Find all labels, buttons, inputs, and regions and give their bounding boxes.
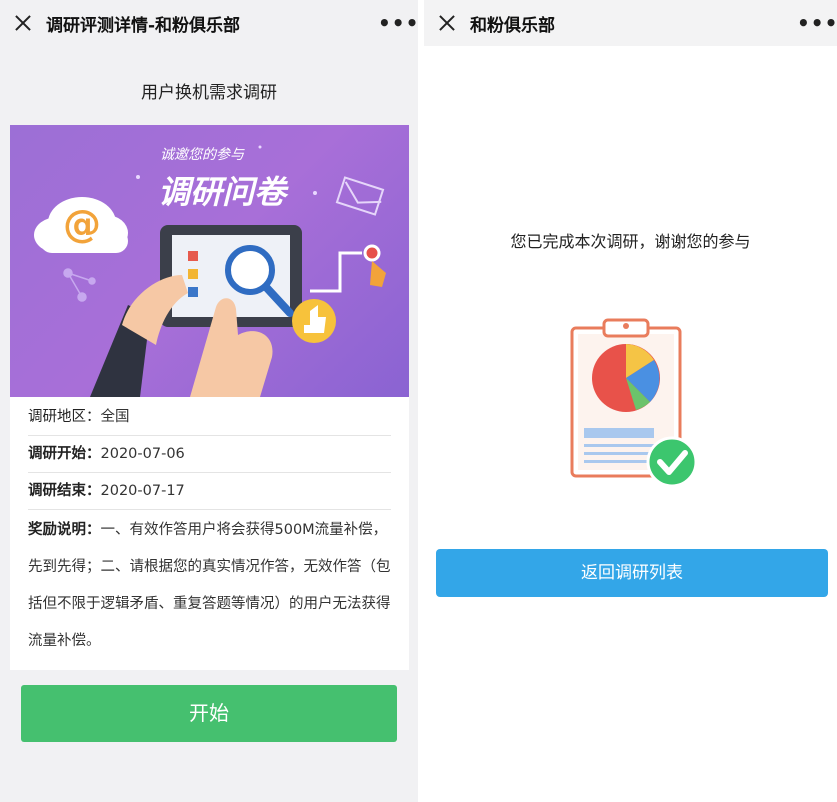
close-icon[interactable] — [12, 12, 34, 34]
start-button[interactable]: 开始 — [21, 685, 397, 742]
pie-chart-icon — [592, 344, 660, 412]
region-value: 全国 — [100, 409, 130, 425]
page-title: 调研评测详情-和粉俱乐部 — [46, 15, 241, 36]
survey-detail-screen: 调研评测详情-和粉俱乐部 ••• 用户换机需求调研 @ 诚邀您的参与 调研问卷 … — [0, 0, 418, 802]
page-title: 和粉俱乐部 — [470, 15, 555, 36]
thumbs-up-icon — [292, 299, 336, 343]
more-options-icon[interactable]: ••• — [378, 11, 418, 35]
survey-illustration: @ 诚邀您的参与 调研问卷 — [34, 145, 386, 397]
clipboard-chart-icon — [570, 318, 698, 488]
survey-card: @ 诚邀您的参与 调研问卷 调研地区：全国 调研开始：2020-07-06 调研… — [10, 125, 409, 670]
completion-message: 您已完成本次调研，谢谢您的参与 — [510, 232, 751, 251]
survey-complete-screen: 和粉俱乐部 ••• 您已完成本次调研，谢谢您的参与 返回调研列表 — [424, 0, 837, 802]
banner-title: 调研问卷 — [158, 173, 289, 211]
top-nav-bar: 和粉俱乐部 ••• — [424, 0, 837, 46]
info-row-reward: 奖励说明：一、有效作答用户将会获得500M流量补偿，先到先得；二、请根据您的真实… — [28, 510, 391, 660]
info-row-region: 调研地区：全国 — [28, 399, 391, 436]
checkmark-icon — [646, 436, 698, 488]
back-to-survey-list-button[interactable]: 返回调研列表 — [436, 549, 828, 597]
at-symbol: @ — [63, 202, 101, 246]
envelope-icon — [335, 176, 385, 216]
region-label: 调研地区： — [28, 409, 101, 425]
more-options-icon[interactable]: ••• — [797, 11, 837, 35]
survey-banner: @ 诚邀您的参与 调研问卷 — [10, 125, 409, 397]
start-date-value: 2020-07-06 — [100, 446, 185, 462]
survey-title: 用户换机需求调研 — [141, 83, 277, 103]
end-date-label: 调研结束： — [28, 483, 101, 499]
network-icon — [63, 268, 96, 302]
end-date-value: 2020-07-17 — [100, 483, 185, 499]
top-nav-bar: 调研评测详情-和粉俱乐部 ••• — [0, 0, 418, 46]
survey-info: 调研地区：全国 调研开始：2020-07-06 调研结束：2020-07-17 … — [10, 397, 409, 670]
banner-subtitle: 诚邀您的参与 — [160, 147, 245, 163]
info-row-start: 调研开始：2020-07-06 — [28, 436, 391, 473]
reward-label: 奖励说明： — [28, 522, 101, 538]
start-date-label: 调研开始： — [28, 446, 101, 462]
info-row-end: 调研结束：2020-07-17 — [28, 473, 391, 510]
reward-value: 一、有效作答用户将会获得500M流量补偿，先到先得；二、请根据您的真实情况作答，… — [28, 522, 391, 649]
close-icon[interactable] — [436, 12, 458, 34]
